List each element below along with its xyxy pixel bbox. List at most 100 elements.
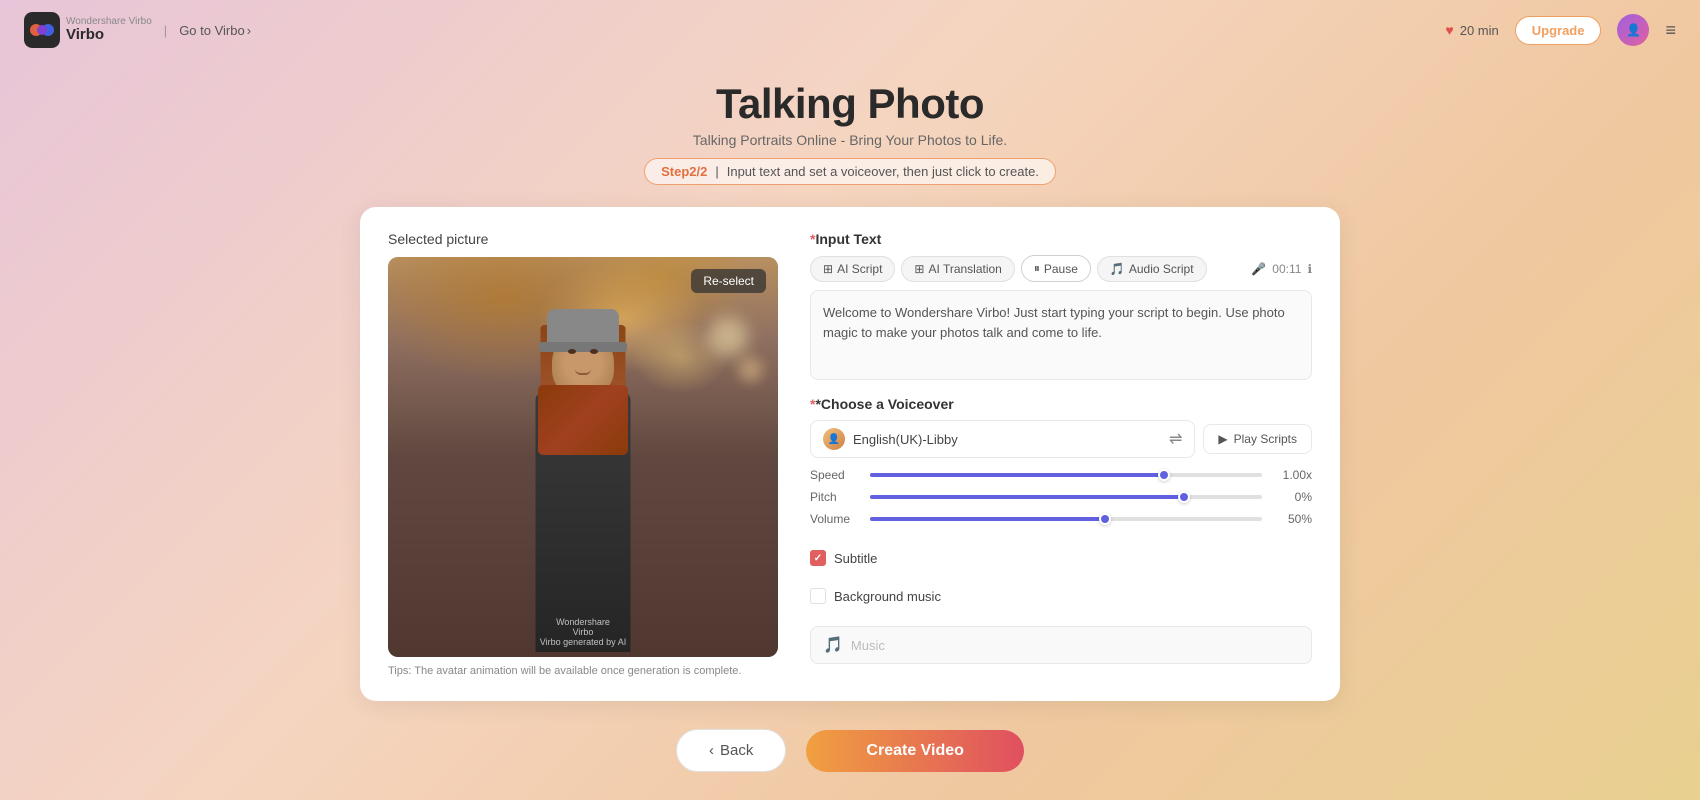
step-indicator: Step2/2 | Input text and set a voiceover…: [644, 158, 1056, 185]
subtitle-label: Subtitle: [834, 551, 877, 566]
background-music-checkbox[interactable]: [810, 588, 826, 604]
duration-value: 00:11: [1272, 262, 1301, 276]
watermark: Wondershare Virbo Virbo generated by AI: [540, 617, 626, 647]
background-music-label: Background music: [834, 589, 941, 604]
pitch-fill: [870, 495, 1184, 499]
info-icon: ℹ: [1307, 262, 1312, 276]
speed-fill: [870, 473, 1164, 477]
page-subtitle: Talking Portraits Online - Bring Your Ph…: [0, 132, 1700, 148]
hero-section: Talking Photo Talking Portraits Online -…: [0, 60, 1700, 195]
step-description: Input text and set a voiceover, then jus…: [727, 164, 1039, 179]
create-video-button[interactable]: Create Video: [806, 730, 1024, 772]
play-icon: ▶: [1218, 432, 1227, 446]
voice-name: English(UK)-Libby: [853, 432, 1161, 447]
menu-icon[interactable]: ≡: [1665, 20, 1676, 41]
logo-text: Wondershare Virbo Virbo: [66, 16, 152, 44]
volume-slider-row: Volume 50%: [810, 512, 1312, 526]
goto-virbo-link[interactable]: Go to Virbo ›: [179, 23, 251, 38]
photo-container: Re-select Wondershare Virbo Virbo genera…: [388, 257, 778, 657]
input-tabs-row: ⊞ AI Script ⊞ AI Translation ⏸ Pause 🎵 A…: [810, 255, 1312, 282]
goto-arrow-icon: ›: [247, 23, 251, 38]
tips-text: Tips: The avatar animation will be avail…: [388, 665, 778, 677]
upgrade-button[interactable]: Upgrade: [1515, 16, 1602, 45]
voiceover-section: **Choose a Voiceover 👤 English(UK)-Libby…: [810, 396, 1312, 534]
speed-thumb[interactable]: [1158, 469, 1170, 481]
pitch-thumb[interactable]: [1178, 491, 1190, 503]
credits-amount: 20 min: [1460, 23, 1499, 38]
pause-tab[interactable]: ⏸ Pause: [1021, 255, 1091, 282]
voiceover-row: 👤 English(UK)-Libby ⇌ ▶ Play Scripts: [810, 420, 1312, 458]
hat: [547, 309, 619, 347]
eye-left: [568, 349, 576, 354]
input-text-area[interactable]: Welcome to Wondershare Virbo! Just start…: [810, 290, 1312, 380]
person-figure: [483, 297, 683, 657]
input-text-title: *Input Text: [810, 231, 1312, 247]
voice-selector[interactable]: 👤 English(UK)-Libby ⇌: [810, 420, 1195, 458]
right-panel: *Input Text ⊞ AI Script ⊞ AI Translation…: [810, 231, 1312, 677]
credits-heart-icon: ♥: [1445, 22, 1453, 38]
ai-script-label: AI Script: [837, 262, 882, 276]
mic-icon: 🎤: [1251, 262, 1266, 276]
duration-display: 🎤 00:11 ℹ: [1251, 262, 1312, 276]
back-arrow-icon: ‹: [709, 742, 714, 759]
pause-label: Pause: [1044, 262, 1078, 276]
bokeh-light-2: [738, 357, 763, 382]
pitch-slider-row: Pitch 0%: [810, 490, 1312, 504]
hat-brim: [539, 342, 627, 352]
music-note-icon: 🎵: [823, 635, 843, 655]
main-card: Selected picture: [360, 207, 1340, 701]
ai-translation-label: AI Translation: [928, 262, 1001, 276]
background-music-row: Background music: [810, 588, 1312, 604]
logo-icon: [24, 12, 60, 48]
logo[interactable]: Wondershare Virbo Virbo: [24, 12, 152, 48]
play-scripts-label: Play Scripts: [1234, 432, 1297, 446]
input-text-section: *Input Text ⊞ AI Script ⊞ AI Translation…: [810, 231, 1312, 380]
music-input-row[interactable]: 🎵 Music: [810, 626, 1312, 664]
volume-thumb[interactable]: [1099, 513, 1111, 525]
ai-script-icon: ⊞: [823, 262, 833, 276]
pitch-value: 0%: [1272, 490, 1312, 504]
subtitle-checkbox[interactable]: [810, 550, 826, 566]
scarf: [538, 385, 628, 455]
header-right: ♥ 20 min Upgrade 👤 ≡: [1445, 14, 1676, 46]
eye-right: [590, 349, 598, 354]
page-title: Talking Photo: [0, 80, 1700, 128]
speed-value: 1.00x: [1272, 468, 1312, 482]
volume-value: 50%: [1272, 512, 1312, 526]
volume-fill: [870, 517, 1105, 521]
audio-script-tab[interactable]: 🎵 Audio Script: [1097, 256, 1207, 282]
pause-icon: ⏸: [1034, 261, 1040, 276]
reselect-button[interactable]: Re-select: [691, 269, 766, 293]
header: Wondershare Virbo Virbo | Go to Virbo › …: [0, 0, 1700, 60]
music-placeholder: Music: [851, 638, 885, 653]
ai-translation-icon: ⊞: [914, 262, 924, 276]
audio-script-icon: 🎵: [1110, 262, 1125, 276]
speed-label: Speed: [810, 468, 860, 482]
back-label: Back: [720, 742, 753, 759]
swap-icon: ⇌: [1169, 429, 1182, 449]
pitch-slider[interactable]: [870, 495, 1262, 499]
speed-slider[interactable]: [870, 473, 1262, 477]
bokeh-light: [708, 317, 748, 357]
step-separator: |: [715, 164, 718, 179]
selected-picture-label: Selected picture: [388, 231, 778, 247]
voice-avatar: 👤: [823, 428, 845, 450]
input-text-content: Welcome to Wondershare Virbo! Just start…: [823, 305, 1285, 340]
play-scripts-button[interactable]: ▶ Play Scripts: [1203, 424, 1312, 454]
credits-display: ♥ 20 min: [1445, 22, 1498, 38]
voiceover-title: **Choose a Voiceover: [810, 396, 1312, 412]
speed-slider-row: Speed 1.00x: [810, 468, 1312, 482]
volume-label: Volume: [810, 512, 860, 526]
volume-slider[interactable]: [870, 517, 1262, 521]
ai-script-tab[interactable]: ⊞ AI Script: [810, 256, 895, 282]
header-separator: |: [164, 23, 167, 38]
left-panel: Selected picture: [388, 231, 778, 677]
user-avatar[interactable]: 👤: [1617, 14, 1649, 46]
pitch-label: Pitch: [810, 490, 860, 504]
ai-translation-tab[interactable]: ⊞ AI Translation: [901, 256, 1014, 282]
subtitle-row: Subtitle: [810, 550, 1312, 566]
audio-script-label: Audio Script: [1129, 262, 1194, 276]
step-label: Step2/2: [661, 164, 707, 179]
back-button[interactable]: ‹ Back: [676, 729, 786, 772]
bottom-bar: ‹ Back Create Video: [0, 713, 1700, 780]
